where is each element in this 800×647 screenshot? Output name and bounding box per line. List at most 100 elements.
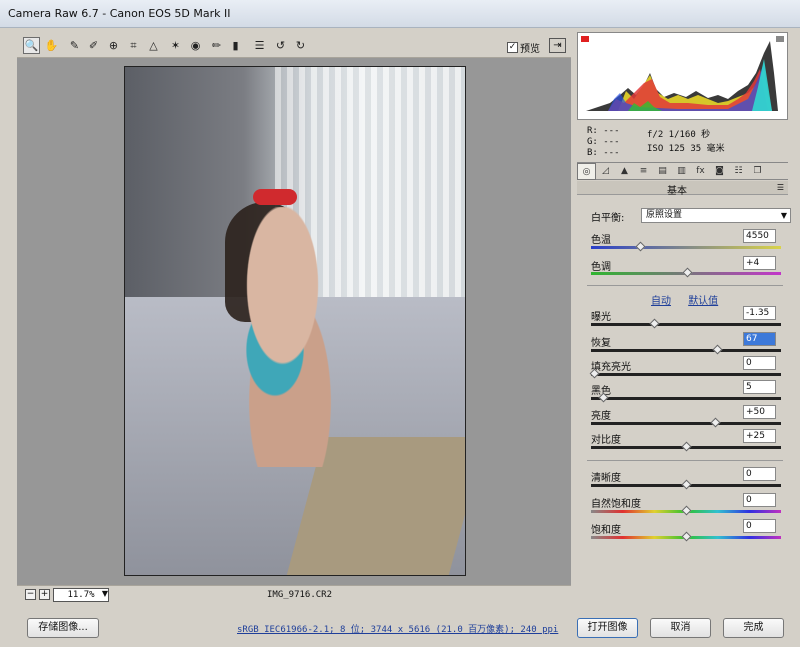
lens-tab-icon[interactable]: ▥ bbox=[672, 163, 691, 180]
zoom-in-button[interactable]: + bbox=[39, 589, 50, 600]
zoom-bar: − + 11.7% ▼ IMG_9716.CR2 bbox=[17, 585, 571, 604]
camera-calibration-tab-icon[interactable]: ◙ bbox=[710, 163, 729, 180]
adjustments-pane: R: --- G: --- B: --- f/2 1/160 秒 ISO 125… bbox=[577, 32, 791, 604]
photo-preview[interactable] bbox=[124, 66, 466, 576]
panel-tabs: ◎ ◿ ▲ ≡ ▤ ▥ fx ◙ ☷ ❐ bbox=[577, 162, 788, 180]
auto-default-links: 自动 默认值 bbox=[651, 292, 732, 307]
recovery-row: 恢复 67 bbox=[591, 332, 781, 349]
title-bar: Camera Raw 6.7 - Canon EOS 5D Mark II bbox=[0, 0, 800, 28]
white-balance-label: 白平衡: bbox=[591, 213, 625, 224]
aperture-shutter: f/2 1/160 秒 bbox=[647, 130, 711, 140]
auto-link[interactable]: 自动 bbox=[651, 296, 671, 307]
clarity-field[interactable]: 0 bbox=[743, 467, 776, 481]
preferences-icon[interactable]: ☰ bbox=[251, 37, 268, 54]
divider bbox=[587, 285, 783, 286]
fill-light-field[interactable]: 0 bbox=[743, 356, 776, 370]
hand-tool-icon[interactable]: ✋ bbox=[43, 37, 60, 54]
effects-tab-icon[interactable]: fx bbox=[691, 163, 710, 180]
white-balance-select[interactable]: 原照设置 ▼ bbox=[641, 208, 791, 223]
divider bbox=[587, 460, 783, 461]
spot-removal-icon[interactable]: ✶ bbox=[167, 37, 184, 54]
photo-subject bbox=[215, 207, 365, 467]
fullscreen-icon[interactable]: ⇥ bbox=[549, 38, 566, 53]
blacks-field[interactable]: 5 bbox=[743, 380, 776, 394]
zoom-tool-icon[interactable]: 🔍 bbox=[23, 37, 40, 54]
readout-g: G: --- bbox=[587, 137, 620, 147]
clarity-slider[interactable] bbox=[591, 479, 781, 490]
fill-light-row: 填充亮光 0 bbox=[591, 356, 781, 373]
chevron-down-icon[interactable]: ▼ bbox=[100, 589, 110, 601]
rotate-right-icon[interactable]: ↻ bbox=[292, 37, 309, 54]
temperature-slider[interactable] bbox=[591, 241, 781, 252]
tint-field[interactable]: +4 bbox=[743, 256, 776, 270]
image-area: 🔍 ✋ ✎ ✐ ⊕ ⌗ △ ✶ ◉ ✏ ▮ ☰ ↺ ↻ ✓ 预览 ⇥ − + 1… bbox=[17, 32, 571, 604]
crop-icon[interactable]: ⌗ bbox=[125, 37, 142, 54]
vibrance-slider[interactable] bbox=[591, 505, 781, 516]
saturation-label: 饱和度 bbox=[591, 525, 621, 536]
detail-tab-icon[interactable]: ▲ bbox=[615, 163, 634, 180]
vibrance-field[interactable]: 0 bbox=[743, 493, 776, 507]
blacks-row: 黑色 5 bbox=[591, 380, 781, 397]
highlight-clipping-icon[interactable] bbox=[776, 36, 784, 42]
adjustment-brush-icon[interactable]: ✏ bbox=[208, 37, 225, 54]
default-link[interactable]: 默认值 bbox=[688, 296, 718, 307]
split-toning-tab-icon[interactable]: ▤ bbox=[653, 163, 672, 180]
contrast-slider[interactable] bbox=[591, 441, 781, 452]
hsl-tab-icon[interactable]: ≡ bbox=[634, 163, 653, 180]
white-balance-icon[interactable]: ✎ bbox=[66, 37, 83, 54]
white-balance-row: 白平衡: 原照设置 ▼ bbox=[591, 208, 791, 224]
contrast-label: 对比度 bbox=[591, 435, 621, 446]
temperature-field[interactable]: 4550 bbox=[743, 229, 776, 243]
temperature-label: 色温 bbox=[591, 235, 611, 246]
tone-curve-tab-icon[interactable]: ◿ bbox=[596, 163, 615, 180]
panel-title: 基本 bbox=[667, 186, 687, 197]
color-sampler-icon[interactable]: ✐ bbox=[85, 37, 102, 54]
camera-readout: R: --- G: --- B: --- f/2 1/160 秒 ISO 125… bbox=[577, 120, 788, 160]
preview-toggle[interactable]: ✓ 预览 bbox=[507, 40, 540, 55]
exposure-row: 曝光 -1.35 bbox=[591, 306, 781, 323]
graduated-filter-icon[interactable]: ▮ bbox=[227, 37, 244, 54]
blacks-slider[interactable] bbox=[591, 392, 781, 403]
preview-checkbox[interactable]: ✓ bbox=[507, 42, 518, 53]
zoom-out-button[interactable]: − bbox=[25, 589, 36, 600]
workflow-options-link[interactable]: sRGB IEC61966-2.1; 8 位; 3744 x 5616 (21.… bbox=[237, 622, 558, 635]
preview-label: 预览 bbox=[520, 44, 540, 55]
shadow-clipping-icon[interactable] bbox=[581, 36, 589, 42]
snapshots-tab-icon[interactable]: ❐ bbox=[748, 163, 767, 180]
readout-r: R: --- bbox=[587, 126, 620, 136]
straighten-icon[interactable]: △ bbox=[145, 37, 162, 54]
cancel-button[interactable]: 取消 bbox=[650, 618, 711, 638]
target-adjust-icon[interactable]: ⊕ bbox=[105, 37, 122, 54]
red-eye-icon[interactable]: ◉ bbox=[187, 37, 204, 54]
preview-canvas[interactable] bbox=[17, 58, 571, 585]
brightness-slider[interactable] bbox=[591, 417, 781, 428]
recovery-slider[interactable] bbox=[591, 344, 781, 355]
iso-focal: ISO 125 35 毫米 bbox=[647, 144, 725, 154]
save-image-button[interactable]: 存储图像... bbox=[27, 618, 99, 638]
brightness-label: 亮度 bbox=[591, 411, 611, 422]
exposure-field[interactable]: -1.35 bbox=[743, 306, 776, 320]
open-image-button[interactable]: 打开图像 bbox=[577, 618, 638, 638]
contrast-field[interactable]: +25 bbox=[743, 429, 776, 443]
temperature-row: 色温 4550 bbox=[591, 229, 781, 246]
window-title: Camera Raw 6.7 - Canon EOS 5D Mark II bbox=[8, 7, 231, 20]
file-name: IMG_9716.CR2 bbox=[267, 590, 333, 600]
tint-slider[interactable] bbox=[591, 267, 781, 278]
saturation-slider[interactable] bbox=[591, 531, 781, 542]
brightness-row: 亮度 +50 bbox=[591, 405, 781, 422]
fill-light-slider[interactable] bbox=[589, 368, 781, 379]
exposure-slider[interactable] bbox=[591, 318, 781, 329]
done-button[interactable]: 完成 bbox=[723, 618, 784, 638]
chevron-down-icon: ▼ bbox=[780, 211, 787, 220]
brightness-field[interactable]: +50 bbox=[743, 405, 776, 419]
photo-bow bbox=[253, 189, 297, 205]
bottom-bar: 存储图像... sRGB IEC61966-2.1; 8 位; 3744 x 5… bbox=[0, 608, 800, 647]
clarity-label: 清晰度 bbox=[591, 473, 621, 484]
presets-tab-icon[interactable]: ☷ bbox=[729, 163, 748, 180]
panel-menu-icon[interactable]: ☰ bbox=[777, 183, 784, 192]
basic-tab-icon[interactable]: ◎ bbox=[577, 163, 596, 180]
panel-header: 基本 ☰ bbox=[577, 181, 788, 197]
recovery-field[interactable]: 67 bbox=[743, 332, 776, 346]
saturation-field[interactable]: 0 bbox=[743, 519, 776, 533]
rotate-left-icon[interactable]: ↺ bbox=[272, 37, 289, 54]
